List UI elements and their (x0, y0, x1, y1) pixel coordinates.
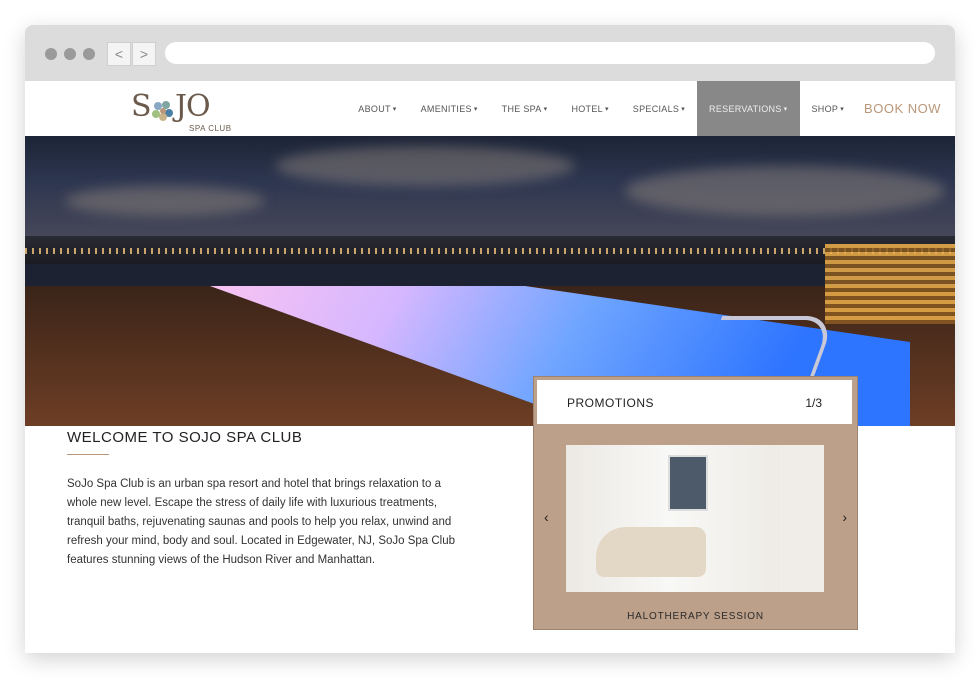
site-header: S JO SPA CLUB ABOUT ▾ AMENITIES ▾ THE SPA ▾… (25, 81, 955, 136)
caret-down-icon: ▾ (604, 105, 609, 113)
chevron-left-icon[interactable]: ‹ (544, 509, 549, 525)
menu-item-the-spa[interactable]: THE SPA ▾ (490, 81, 560, 136)
welcome-title: WELCOME TO SOJO SPA CLUB (67, 429, 303, 446)
hero-cloud (625, 166, 945, 216)
menu-item-reservations[interactable]: RESERVATIONS ▾ (697, 81, 800, 136)
menu-label: AMENITIES (420, 103, 472, 114)
forward-button[interactable]: > (132, 42, 156, 66)
menu-label: SPECIALS (632, 103, 680, 114)
promotions-counter: 1/3 (805, 396, 822, 410)
menu-label: THE SPA (501, 103, 542, 114)
browser-chrome: < > (25, 25, 955, 81)
menu-label: RESERVATIONS (709, 103, 782, 114)
menu-item-shop[interactable]: SHOP ▾ (800, 81, 857, 136)
welcome-divider (67, 454, 109, 455)
promotions-title: PROMOTIONS (567, 396, 655, 410)
logo-subtitle: SPA CLUB (189, 124, 232, 133)
caret-down-icon: ▾ (543, 105, 548, 113)
chevron-right-icon[interactable]: › (842, 509, 847, 525)
menu-item-hotel[interactable]: HOTEL ▾ (559, 81, 620, 136)
window-close-dot[interactable] (45, 48, 57, 60)
hero-buildings (825, 244, 955, 324)
caret-down-icon: ▾ (681, 105, 686, 113)
promotion-image[interactable] (566, 445, 824, 592)
logo-letter-s: S (131, 89, 152, 124)
address-bar[interactable] (165, 42, 935, 64)
welcome-body: SoJo Spa Club is an urban spa resort and… (67, 478, 456, 566)
caret-down-icon: ▾ (840, 105, 845, 113)
promo-image-salt-wall (780, 445, 824, 592)
caret-down-icon: ▾ (392, 105, 397, 113)
hero-city-lights (25, 248, 955, 254)
caret-down-icon: ▾ (783, 105, 788, 113)
pebbles-icon (152, 101, 173, 121)
caret-down-icon: ▾ (473, 105, 478, 113)
sojo-logo[interactable]: S JO SPA CLUB (131, 89, 231, 133)
main-menu: ABOUT ▾ AMENITIES ▾ THE SPA ▾ HOTEL ▾ SPECIA… (346, 81, 955, 136)
hero-cloud (275, 146, 575, 186)
menu-item-amenities[interactable]: AMENITIES ▾ (409, 81, 490, 136)
window-minimize-dot[interactable] (64, 48, 76, 60)
book-now-button[interactable]: BOOK NOW (856, 81, 955, 136)
logo-letters-jo: JO (175, 89, 211, 124)
promo-image-lounger (596, 527, 706, 577)
menu-label: ABOUT (358, 103, 391, 114)
window-maximize-dot[interactable] (83, 48, 95, 60)
promotions-header: PROMOTIONS 1/3 (537, 380, 852, 424)
promo-image-window (668, 455, 708, 511)
back-button[interactable]: < (107, 42, 131, 66)
menu-item-about[interactable]: ABOUT ▾ (346, 81, 408, 136)
hero-cloud (65, 186, 265, 216)
menu-label: HOTEL (571, 103, 603, 114)
promotion-caption[interactable]: HALOTHERAPY SESSION (534, 611, 857, 622)
menu-label: SHOP (811, 103, 839, 114)
promotions-panel: PROMOTIONS 1/3 ‹ › HALOTHERAPY SESSION (533, 376, 858, 630)
menu-item-specials[interactable]: SPECIALS ▾ (621, 81, 697, 136)
